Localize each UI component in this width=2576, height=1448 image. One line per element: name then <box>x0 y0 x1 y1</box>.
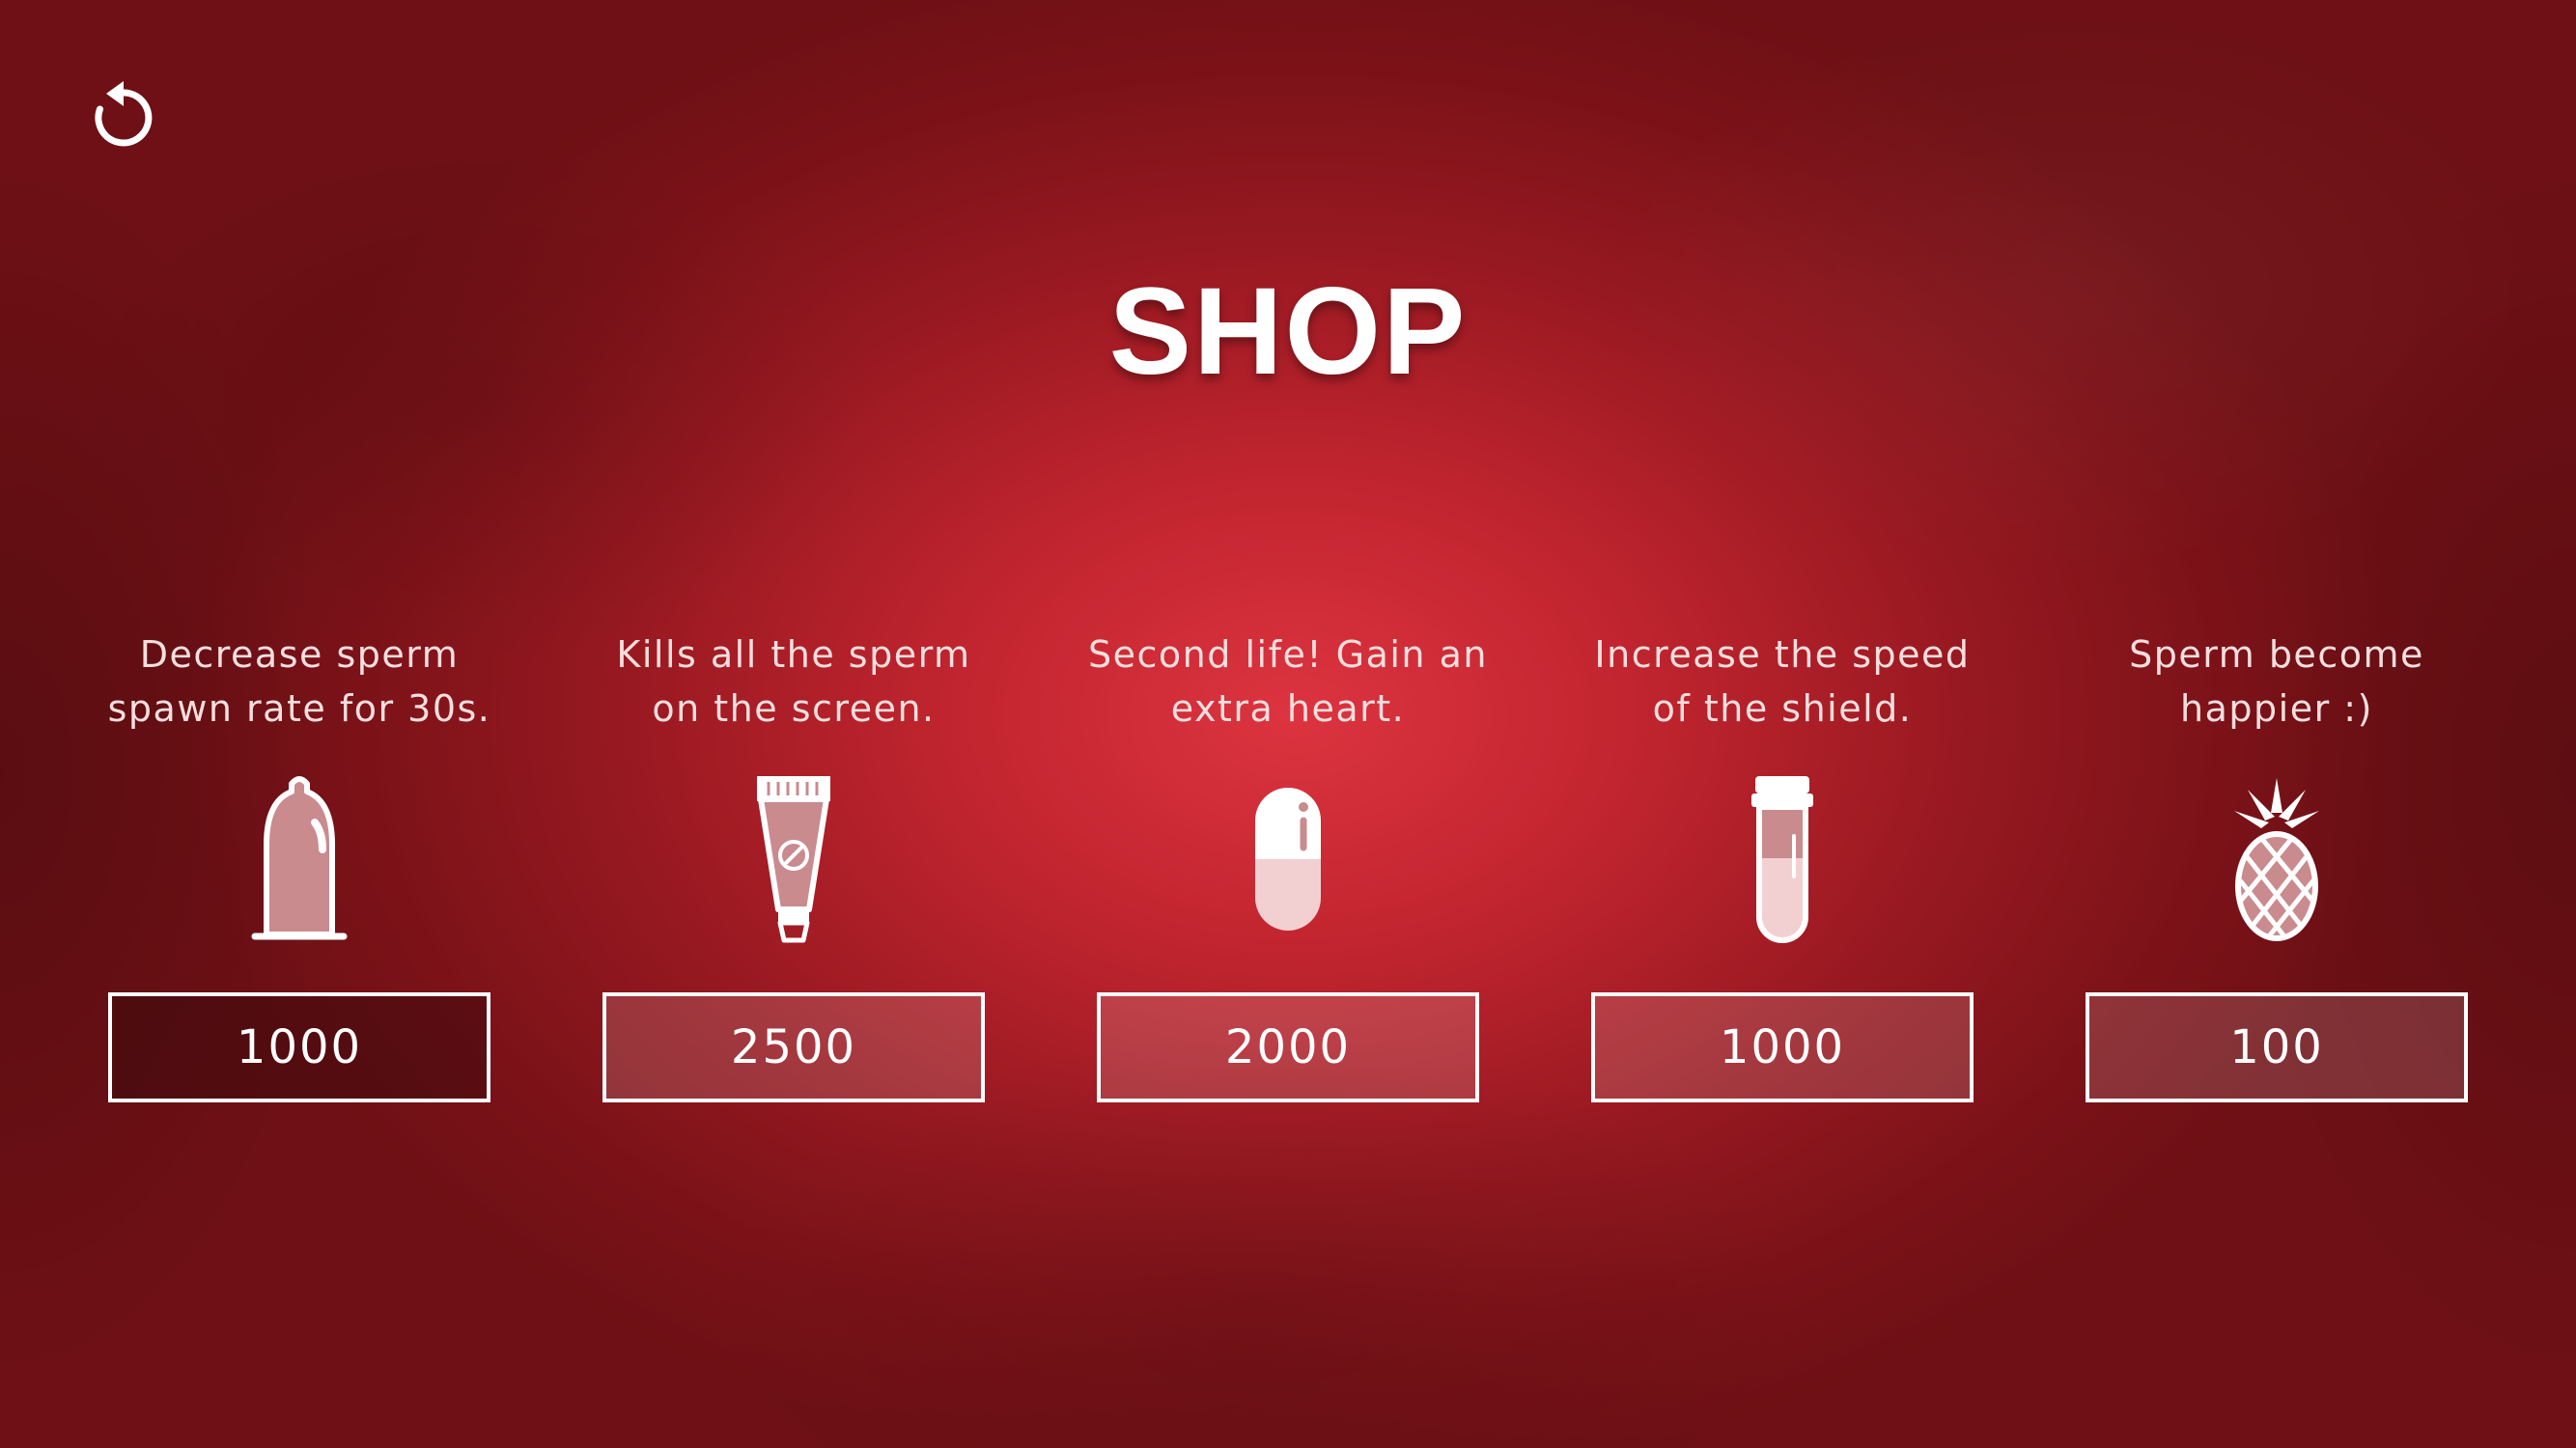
item-description: Decrease sperm spawn rate for 30s. <box>107 633 491 730</box>
shop-item-spawn-rate: Decrease sperm spawn rate for 30s. 1000 <box>97 627 502 1110</box>
buy-button[interactable]: 2000 <box>1097 992 1479 1102</box>
page-title: SHOP <box>1108 263 1468 401</box>
price-label: 1000 <box>1719 1020 1846 1074</box>
buy-button[interactable]: 1000 <box>108 992 490 1102</box>
shop-item-shield-speed: Increase the speed of the shield. 1000 <box>1580 627 1985 1110</box>
back-button[interactable] <box>85 79 162 156</box>
shop-item-extra-life: Second life! Gain an extra heart. 2000 <box>1085 627 1491 1110</box>
shop-item-happy-sperm: Sperm become happier :) 100 <box>2074 627 2479 1110</box>
pineapple-icon <box>2219 772 2335 946</box>
tube-icon <box>736 772 852 946</box>
condom-icon <box>241 772 357 946</box>
item-description: Kills all the sperm on the screen. <box>616 633 971 730</box>
item-description: Second life! Gain an extra heart. <box>1088 633 1488 730</box>
shop-item-kill-all: Kills all the sperm on the screen. 2500 <box>591 627 996 1110</box>
price-label: 100 <box>2229 1020 2324 1074</box>
test-tube-icon <box>1724 772 1840 946</box>
item-description: Increase the speed of the shield. <box>1594 633 1971 730</box>
price-label: 1000 <box>236 1020 363 1074</box>
buy-button[interactable]: 2500 <box>602 992 985 1102</box>
undo-arrow-icon <box>95 81 153 147</box>
pill-icon <box>1230 772 1346 946</box>
buy-button[interactable]: 100 <box>2086 992 2468 1102</box>
price-label: 2500 <box>730 1020 857 1074</box>
buy-button[interactable]: 1000 <box>1591 992 1974 1102</box>
price-label: 2000 <box>1224 1020 1352 1074</box>
item-description: Sperm become happier :) <box>2129 633 2424 730</box>
